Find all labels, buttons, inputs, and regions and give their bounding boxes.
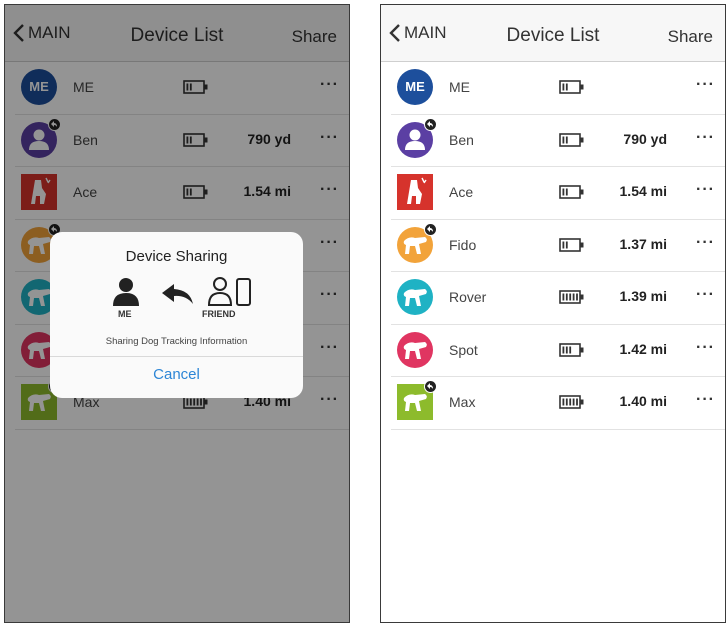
device-row[interactable]: Spot 1.42 mi ···: [391, 325, 725, 377]
battery-icon: [559, 237, 584, 252]
avatar-initials: ME: [405, 79, 425, 94]
battery-icon: [559, 395, 584, 409]
device-row[interactable]: Fido 1.37 mi ···: [391, 220, 725, 272]
device-name: Spot: [449, 341, 478, 358]
person-icon: [113, 278, 139, 306]
device-name: ME: [449, 79, 470, 95]
dog-icon: [403, 289, 427, 306]
device-row[interactable]: Max 1.40 mi ···: [391, 377, 725, 430]
more-options-button[interactable]: ···: [696, 76, 715, 94]
device-distance: 1.40 mi: [619, 393, 667, 409]
avatar: [397, 380, 437, 420]
friend-label: FRIEND: [202, 309, 236, 319]
avatar: [397, 117, 437, 158]
shared-badge-icon: [424, 117, 437, 131]
back-button[interactable]: MAIN: [389, 23, 447, 43]
cancel-button[interactable]: Cancel: [50, 366, 303, 383]
battery-icon: [559, 342, 584, 357]
device-row[interactable]: Ace 1.54 mi ···: [391, 167, 725, 220]
avatar: ME: [397, 69, 433, 105]
more-options-button[interactable]: ···: [696, 391, 715, 409]
device-name: Rover: [449, 289, 487, 305]
back-label: MAIN: [404, 23, 447, 42]
me-label: ME: [118, 309, 132, 319]
device-distance: 1.54 mi: [619, 183, 667, 199]
device-name: Max: [449, 394, 476, 410]
more-options-button[interactable]: ···: [696, 286, 715, 304]
device-distance: 790 yd: [623, 130, 667, 147]
shared-badge-icon: [424, 380, 437, 393]
device-distance: 1.37 mi: [619, 235, 667, 252]
battery-indicator: [559, 290, 585, 309]
share-button[interactable]: Share: [668, 27, 713, 47]
battery-indicator: [559, 185, 585, 204]
more-options-button[interactable]: ···: [696, 339, 715, 357]
device-row[interactable]: ME ME ···: [391, 62, 725, 115]
more-options-button[interactable]: ···: [696, 234, 715, 252]
dog-icon: [407, 177, 427, 204]
battery-indicator: [559, 80, 585, 99]
avatar: [397, 279, 433, 315]
device-name: Fido: [449, 236, 477, 253]
battery-indicator: [559, 342, 585, 362]
battery-indicator: [559, 395, 585, 414]
device-distance: 1.42 mi: [619, 340, 667, 357]
nav-bar: MAIN Device List Share: [381, 5, 725, 62]
shared-badge-icon: [424, 222, 437, 236]
battery-icon: [559, 290, 584, 304]
device-row[interactable]: Rover 1.39 mi ···: [391, 272, 725, 325]
more-options-button[interactable]: ···: [696, 181, 715, 199]
device-name: Ben: [449, 131, 474, 148]
battery-indicator: [559, 132, 585, 152]
dialog-title: Device Sharing: [125, 248, 228, 265]
avatar: [397, 331, 433, 368]
device-list: ME ME ··· Ben 790 yd ··· Ace 1.54 mi ··· Fido 1.37…: [381, 62, 725, 430]
share-arrow-icon: [162, 284, 193, 304]
battery-icon: [559, 80, 584, 94]
friend-device-icon: [207, 277, 251, 306]
battery-indicator: [559, 237, 585, 257]
battery-icon: [559, 132, 584, 147]
more-options-button[interactable]: ···: [696, 129, 715, 147]
device-name: Ace: [449, 184, 474, 200]
dialog-divider: [50, 356, 303, 357]
battery-icon: [559, 185, 584, 199]
page-title: Device List: [506, 25, 600, 46]
device-sharing-dialog: Device Sharing ME FRIEND Sharing Dog Tra…: [50, 232, 303, 398]
avatar: [397, 222, 437, 263]
avatar: [397, 174, 433, 210]
screen-device-list: MAIN Device List Share ME ME ··· Ben 790 yd ·…: [380, 4, 726, 623]
dog-icon: [403, 341, 427, 359]
sharing-illustration: ME FRIEND: [50, 276, 303, 320]
device-distance: 1.39 mi: [619, 288, 667, 304]
dialog-description: Sharing Dog Tracking Information: [105, 336, 248, 347]
device-row[interactable]: Ben 790 yd ···: [391, 115, 725, 167]
chevron-left-icon: [389, 24, 400, 42]
screen-device-sharing: MAIN Device List Share ME ME ··· Ben 790 yd ·…: [4, 4, 350, 623]
